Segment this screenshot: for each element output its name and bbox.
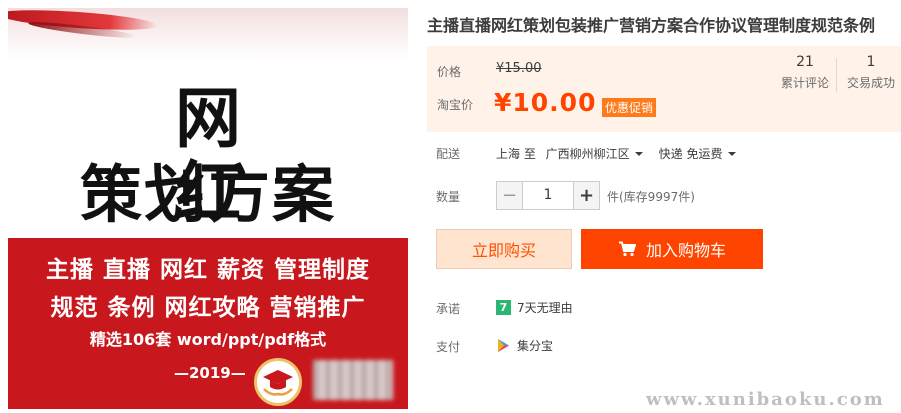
shipping-row: 上海 至 广西柳州柳江区 快递 免运费	[496, 145, 752, 162]
quantity-label: 数量	[436, 190, 461, 204]
buy-now-label: 立即购买	[471, 241, 536, 260]
shipping-from: 上海 至	[496, 147, 536, 161]
taobao-price-label: 淘宝价	[437, 98, 474, 112]
promo-badge[interactable]: 优惠促销	[602, 98, 657, 117]
quantity-increase-button[interactable]: +	[573, 181, 600, 210]
chevron-down-icon	[727, 151, 736, 156]
promise-row[interactable]: 7 7天无理由	[496, 299, 573, 316]
promise-label: 承诺	[436, 302, 461, 316]
shipping-method: 快递 免运费	[658, 147, 723, 161]
quantity-stepper: − 1 +	[496, 181, 600, 210]
image-top-band	[8, 8, 408, 60]
shipping-label: 配送	[436, 147, 461, 161]
site-watermark: www.xunibaoku.com	[646, 389, 885, 410]
add-to-cart-button[interactable]: 加入购物车	[581, 229, 763, 269]
price-label: 价格	[437, 65, 462, 79]
jifenbao-icon	[496, 338, 511, 353]
deals-stat: 1 交易成功	[845, 54, 897, 91]
image-headline-bottom: 策划方案	[79, 158, 336, 231]
graduation-cap-logo-icon	[254, 358, 302, 406]
deals-count: 1	[866, 54, 876, 70]
image-line-2: 规范 条例 网红攻略 营销推广	[50, 295, 366, 321]
image-line-1: 主播 直播 网红 薪资 管理制度	[45, 257, 371, 283]
quantity-input[interactable]: 1	[523, 181, 573, 210]
product-page: 网 红 策划方案 主播 直播 网红 薪资 管理制度 规范 条例 网红攻略 营销推…	[0, 0, 901, 413]
buy-now-button[interactable]: 立即购买	[436, 229, 572, 269]
payment-label: 支付	[436, 340, 461, 354]
image-line-3: 精选106套 word/ppt/pdf格式	[89, 330, 327, 349]
shipping-method-select[interactable]: 快递 免运费	[659, 147, 752, 161]
chevron-down-icon	[634, 151, 643, 156]
deals-label: 交易成功	[846, 76, 895, 90]
reviews-count: 21	[796, 54, 814, 70]
payment-row[interactable]: 集分宝	[496, 337, 553, 354]
original-price: ¥15.00	[496, 61, 542, 76]
product-title: 主播直播网红策划包装推广营销方案合作协议管理制度规范条例	[427, 16, 876, 35]
product-image[interactable]: 网 红 策划方案 主播 直播 网红 薪资 管理制度 规范 条例 网红攻略 营销推…	[8, 8, 408, 409]
stats-divider	[836, 58, 837, 92]
current-price: ¥10.00	[494, 88, 597, 117]
blurred-region	[313, 360, 393, 400]
reviews-label: 累计评论	[780, 76, 829, 90]
stock-text: 件(库存9997件)	[607, 190, 695, 204]
seven-day-return-icon: 7	[496, 300, 511, 315]
image-year: —2019—	[174, 364, 246, 382]
reviews-stat[interactable]: 21 累计评论	[779, 54, 831, 91]
price-panel: 价格 ¥15.00 淘宝价 ¥10.00 优惠促销 21 累计评论 1 交易成功	[427, 46, 901, 132]
shipping-destination: 广西柳州柳江区	[545, 147, 630, 161]
add-to-cart-label: 加入购物车	[645, 241, 726, 260]
shopping-cart-icon	[618, 241, 636, 257]
shipping-destination-select[interactable]: 广西柳州柳江区	[546, 147, 659, 161]
promise-text: 7天无理由	[517, 301, 573, 315]
quantity-decrease-button[interactable]: −	[496, 181, 523, 210]
payment-text: 集分宝	[517, 339, 554, 353]
